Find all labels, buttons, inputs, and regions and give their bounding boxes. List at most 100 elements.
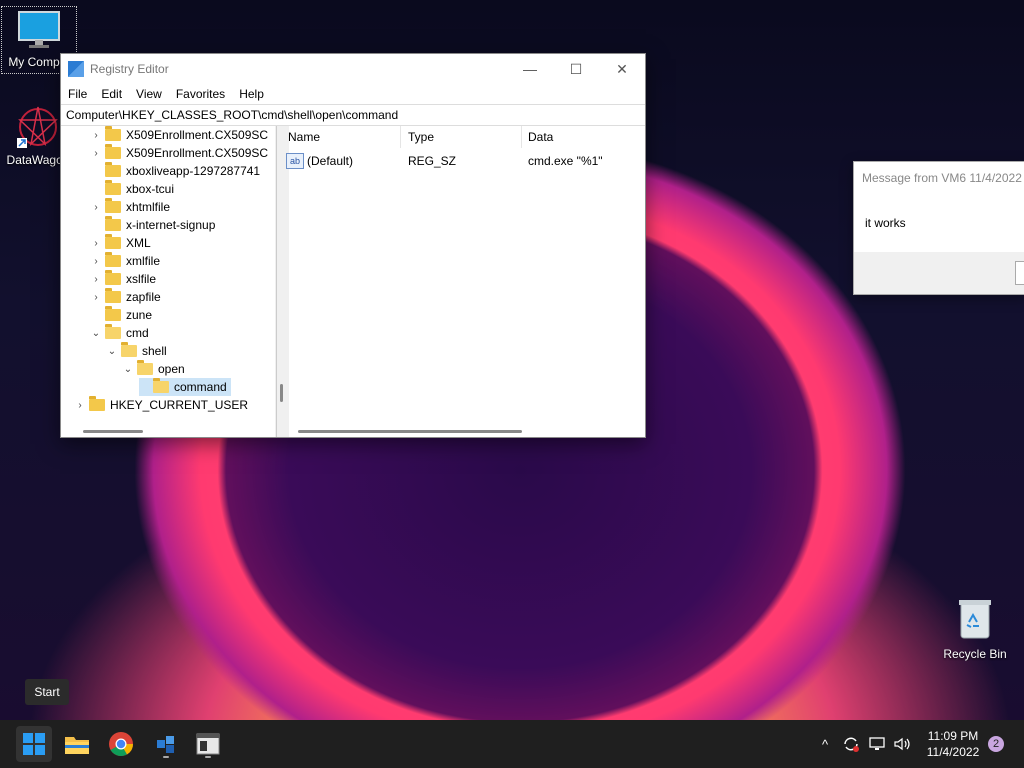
minimize-button[interactable]: — [507,54,553,84]
column-header-type[interactable]: Type [408,130,434,144]
file-explorer-button[interactable] [61,728,93,760]
tree-item-selected[interactable]: command [139,378,231,396]
folder-open-icon [121,342,137,357]
network-icon [869,737,885,750]
menu-favorites[interactable]: Favorites [169,87,232,101]
tree-item-label: zune [126,308,153,322]
registry-editor-taskbar-button[interactable] [150,728,182,760]
start-tooltip: Start [25,679,69,705]
chevron-right-icon[interactable]: › [91,256,101,267]
chevron-down-icon[interactable]: ⌄ [91,328,101,339]
sync-icon[interactable] [840,720,862,768]
folder-icon [105,162,121,177]
tree-item[interactable]: › xhtmlfile [91,198,170,216]
window-title: Registry Editor [90,62,169,76]
tree-item[interactable]: › xslfile [91,270,156,288]
tree-item-label: XML [126,236,151,250]
key-tree[interactable]: › X509Enrollment.CX509SC › X509Enrollment.… [61,126,275,437]
tree-item[interactable]: › xmlfile [91,252,160,270]
chrome-button[interactable] [105,728,137,760]
desktop-icon-recycle-bin[interactable]: Recycle Bin [937,596,1013,661]
column-divider[interactable] [400,126,401,148]
tree-item-label: X509Enrollment.CX509SC [126,146,269,160]
column-divider[interactable] [521,126,522,148]
tree-item[interactable]: x-internet-signup [91,216,215,234]
value-row[interactable]: ab (Default) REG_SZ cmd.exe "%1" [286,152,641,170]
window-app-icon [196,733,220,755]
notification-badge[interactable]: 2 [988,736,1004,752]
clock[interactable]: 11:09 PM 11/4/2022 [916,728,990,760]
maximize-button[interactable]: ☐ [553,54,599,84]
tree-item[interactable]: › X509Enrollment.CX509SC [91,144,268,162]
tree-item[interactable]: › X509Enrollment.CX509SC [91,126,268,144]
menu-bar: File Edit View Favorites Help [61,84,645,104]
tree-item-label: HKEY_CURRENT_USER [110,398,249,412]
address-bar[interactable]: Computer\HKEY_CLASSES_ROOT\cmd\shell\ope… [61,104,645,126]
desktop-icon-label: Recycle Bin [943,647,1007,661]
chevron-right-icon[interactable]: › [91,238,101,249]
message-body: it works [865,216,906,230]
chevron-right-icon[interactable]: › [91,148,101,159]
tree-item-label: shell [142,344,167,358]
chrome-icon [109,732,133,757]
show-hidden-icons-chevron-up-icon[interactable]: ^ [816,720,834,768]
tree-item-label: X509Enrollment.CX509SC [126,128,269,142]
message-title: Message from VM6 11/4/2022 1 [862,171,1024,185]
tree-horizontal-scrollbar[interactable] [83,430,143,433]
tree-item[interactable]: › zapfile [91,288,161,306]
values-list[interactable]: Name Type Data ab (Default) REG_SZ cmd.e… [280,126,645,437]
title-bar[interactable]: Registry Editor — ☐ ✕ [61,54,645,84]
tree-item[interactable]: xbox-tcui [91,180,174,198]
value-type: REG_SZ [408,154,457,168]
address-path[interactable]: Computer\HKEY_CLASSES_ROOT\cmd\shell\ope… [66,108,398,122]
tree-item[interactable]: zune [91,306,152,324]
tree-item[interactable]: › XML [91,234,151,252]
column-header-data[interactable]: Data [528,130,553,144]
folder-icon [105,198,121,213]
tree-item[interactable]: ⌄ open [123,360,185,378]
chevron-down-icon[interactable]: ⌄ [107,346,117,357]
chevron-right-icon[interactable]: › [75,400,85,411]
clock-date: 11/4/2022 [926,745,980,759]
tree-item-label: xmlfile [126,254,161,268]
folder-open-icon [137,360,153,375]
tree-item-label: zapfile [126,290,161,304]
value-data: cmd.exe "%1" [528,154,603,168]
ok-button[interactable] [1015,261,1024,285]
tree-item[interactable]: ⌄ shell [107,342,167,360]
folder-icon [105,306,121,321]
menu-edit[interactable]: Edit [94,87,129,101]
volume-icon[interactable] [892,720,912,768]
menu-help[interactable]: Help [232,87,271,101]
chevron-right-icon[interactable]: › [91,130,101,141]
tree-item-label: xslfile [126,272,157,286]
message-dialog[interactable]: Message from VM6 11/4/2022 1 it works [853,161,1024,295]
menu-file[interactable]: File [61,87,94,101]
tree-item[interactable]: ⌄ cmd [91,324,149,342]
values-horizontal-scrollbar[interactable] [298,430,522,433]
folder-icon [65,737,89,754]
tree-item-label: open [158,362,185,376]
chevron-right-icon[interactable]: › [91,292,101,303]
folder-open-icon [105,324,121,339]
chevron-right-icon[interactable]: › [91,274,101,285]
registry-editor-window[interactable]: Registry Editor — ☐ ✕ File Edit View Fav… [60,53,646,438]
start-button[interactable] [16,726,52,762]
datawagon-icon [17,106,58,148]
tree-item-label: xboxliveapp-1297287741 [126,164,261,178]
column-header-name[interactable]: Name [288,130,320,144]
taskbar: ^ 11:09 PM 11/4/2022 [0,720,1024,768]
folder-icon [105,234,121,249]
menu-view[interactable]: View [129,87,169,101]
close-button[interactable]: ✕ [599,54,645,84]
tree-item-label: x-internet-signup [126,218,216,232]
chevron-right-icon[interactable]: › [91,202,101,213]
app-window-button[interactable] [192,728,224,760]
monitor-icon [18,11,60,48]
tree-item[interactable]: xboxliveapp-1297287741 [91,162,260,180]
tree-item[interactable]: › HKEY_CURRENT_USER [75,396,248,414]
value-name: (Default) [307,154,354,168]
network-icon[interactable] [868,720,888,768]
chevron-down-icon[interactable]: ⌄ [123,364,133,375]
recycle-bin-icon [959,600,991,639]
